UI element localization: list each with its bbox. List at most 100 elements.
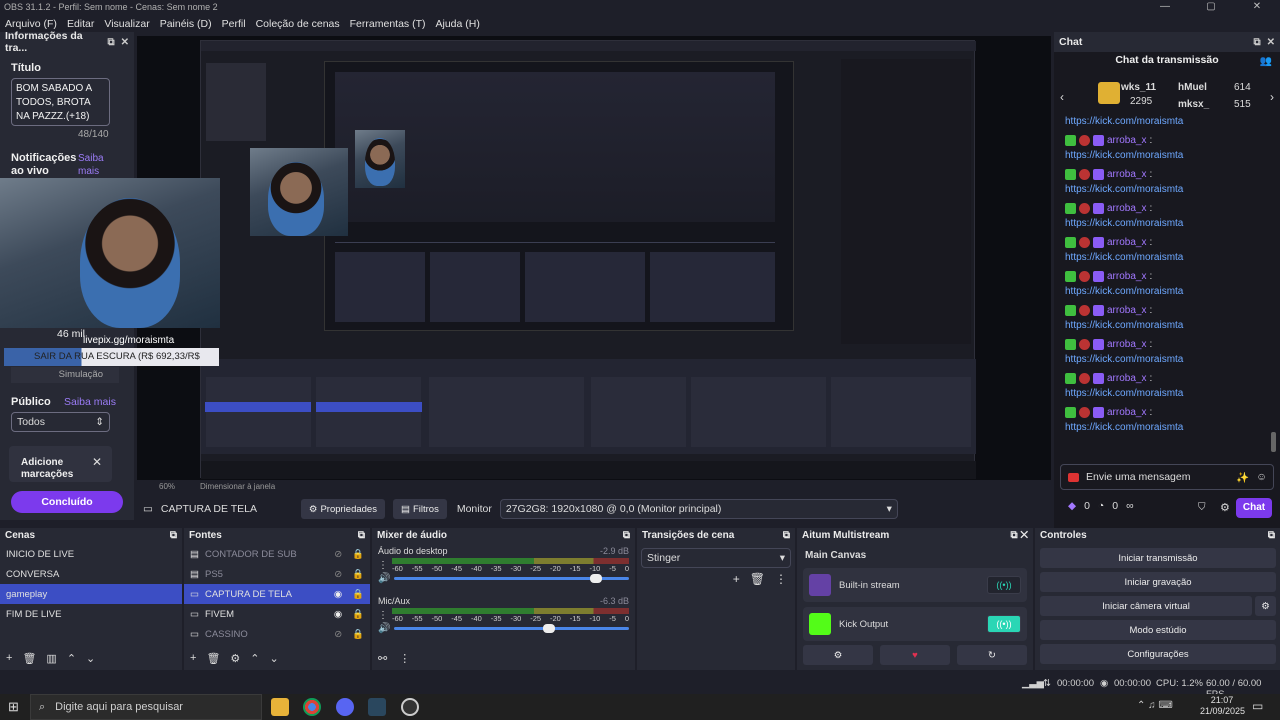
float-icon[interactable]: ⧉ [107,37,114,48]
magic-icon[interactable]: ✨ [1236,471,1249,484]
menu-scene-collection[interactable]: Coleção de cenas [256,16,340,32]
chat-link[interactable]: https://kick.com/moraismta [1054,422,1276,436]
chat-input[interactable]: Envie uma mensagem ✨ ☺ [1060,464,1274,490]
float-icon[interactable]: ⧉ [1268,530,1275,541]
trash-icon[interactable]: 🗑 [750,572,765,586]
chat-link[interactable]: https://kick.com/moraismta [1054,354,1276,368]
arrow-up-icon[interactable]: ⌃ [67,652,76,665]
lock-icon[interactable]: 🔒 [352,629,364,640]
chat-username[interactable]: arroba_x [1107,339,1146,350]
notification-icon[interactable]: ▭ [1252,699,1263,713]
menu-help[interactable]: Ajuda (H) [435,16,479,32]
source-item[interactable]: ▤ PS5 ⊘ 🔒 [184,564,370,584]
add-icon[interactable]: + [6,652,12,665]
heart-button[interactable]: ♥ [880,645,950,665]
source-item[interactable]: ▭ CASSINO ⊘ 🔒 [184,624,370,644]
chat-username[interactable]: arroba_x [1107,305,1146,316]
float-icon[interactable]: ⧉ [1010,530,1017,541]
more-icon[interactable]: ⋮ [399,652,410,665]
close-icon[interactable]: ✕ [92,455,102,469]
more-icon[interactable]: ⋮ [378,560,388,571]
float-icon[interactable]: ⧉ [170,530,177,541]
chat-link[interactable]: https://kick.com/moraismta [1054,218,1276,232]
chat-username[interactable]: arroba_x [1107,373,1146,384]
chat-username[interactable]: arroba_x [1107,203,1146,214]
chevron-left-icon[interactable]: ‹ [1060,90,1064,104]
arrow-down-icon[interactable]: ⌄ [86,652,95,665]
transition-select[interactable]: Stinger ▾ [641,548,791,568]
float-icon[interactable]: ⧉ [1253,37,1260,48]
volume-slider[interactable] [394,624,629,633]
menu-tools[interactable]: Ferramentas (T) [350,16,426,32]
filters-button[interactable]: ▤ Filtros [392,499,447,519]
taskbar-search[interactable]: ⌕ Digite aqui para pesquisar [30,694,262,720]
studio-mode-button[interactable]: Modo estúdio [1040,620,1276,640]
windows-start-icon[interactable]: ⊞ [8,699,19,715]
float-icon[interactable]: ⧉ [783,530,790,541]
float-icon[interactable]: ⧉ [623,530,630,541]
audience-select[interactable]: Todos ⇕ [11,412,110,432]
properties-button[interactable]: ⚙ Propriedades [300,499,385,519]
lock-icon[interactable]: 🔒 [352,589,364,600]
settings-icon[interactable]: ⚙ [1220,501,1230,514]
source-item[interactable]: ▭ FIVEM ◉ 🔒 [184,604,370,624]
zoom-level[interactable]: 60% [159,482,175,491]
chat-link[interactable]: https://kick.com/moraismta [1054,252,1276,266]
lock-icon[interactable]: 🔒 [352,569,364,580]
users-icon[interactable]: 👥 [1260,56,1272,67]
add-icon[interactable]: + [190,652,196,665]
chat-username[interactable]: arroba_x [1107,237,1146,248]
virtual-cam-settings[interactable]: ⚙ [1255,596,1276,616]
arrow-down-icon[interactable]: ⌄ [270,652,279,665]
done-button[interactable]: Concluído [11,491,123,513]
stream-toggle-button[interactable]: ((•)) [987,576,1021,594]
eye-off-icon[interactable]: ⊘ [334,569,342,580]
chat-link[interactable]: https://kick.com/moraismta [1054,320,1276,334]
eye-off-icon[interactable]: ⊘ [334,629,342,640]
resize-label[interactable]: Dimensionar à janela [200,482,275,491]
more-icon[interactable]: ⋮ [378,610,388,621]
chat-username[interactable]: arroba_x [1107,407,1146,418]
chevron-right-icon[interactable]: › [1270,90,1274,104]
steam-icon[interactable] [368,698,386,716]
trash-icon[interactable]: 🗑 [206,652,220,665]
maximize-button[interactable]: ▢ [1188,0,1234,14]
speaker-icon[interactable]: 🔊 [378,573,390,584]
shield-icon[interactable]: ⛉ [1198,502,1206,513]
scene-item[interactable]: INICIO DE LIVE [0,544,182,564]
start-stream-button[interactable]: Iniciar transmissão [1040,548,1276,568]
simulation-button[interactable]: Simulação [11,367,119,383]
trash-icon[interactable]: 🗑 [22,652,36,665]
chat-scrollbar[interactable] [1271,432,1276,452]
stream-toggle-button[interactable]: ((•)) [987,615,1021,633]
add-icon[interactable]: + [733,572,740,586]
volume-slider[interactable] [394,574,629,583]
lock-icon[interactable]: 🔒 [352,549,364,560]
audience-learn-more[interactable]: Saiba mais [64,396,116,408]
eye-off-icon[interactable]: ⊘ [334,549,342,560]
close-icon[interactable]: ✕ [1267,37,1275,48]
slider-knob[interactable] [543,624,556,633]
chat-link[interactable]: https://kick.com/moraismta [1054,116,1276,130]
notifications-learn-more[interactable]: Saiba mais [78,152,108,178]
close-icon[interactable]: ✕ [1020,530,1028,541]
scene-item[interactable]: gameplay [0,584,182,604]
start-recording-button[interactable]: Iniciar gravação [1040,572,1276,592]
discord-icon[interactable] [336,698,354,716]
file-explorer-icon[interactable] [271,698,289,716]
gear-icon[interactable]: ⚙ [230,652,240,665]
link-icon[interactable]: ⚯ [378,652,387,665]
clock[interactable]: 21:07 21/09/2025 [1200,695,1245,717]
lock-icon[interactable]: 🔒 [352,609,364,620]
source-item[interactable]: ▭ CAPTURA DE TELA ◉ 🔒 [184,584,370,604]
more-icon[interactable]: ⋮ [775,572,787,586]
refresh-button[interactable]: ↻ [957,645,1027,665]
eye-icon[interactable]: ◉ [334,609,342,620]
tray-icons[interactable]: ⌃ ♫ ⌨ [1137,700,1173,711]
menu-docks[interactable]: Painéis (D) [160,16,212,32]
chat-send-button[interactable]: Chat [1236,498,1272,518]
chat-link[interactable]: https://kick.com/moraismta [1054,150,1276,164]
float-icon[interactable]: ⧉ [358,530,365,541]
menu-view[interactable]: Visualizar [104,16,149,32]
slider-knob[interactable] [590,574,603,583]
